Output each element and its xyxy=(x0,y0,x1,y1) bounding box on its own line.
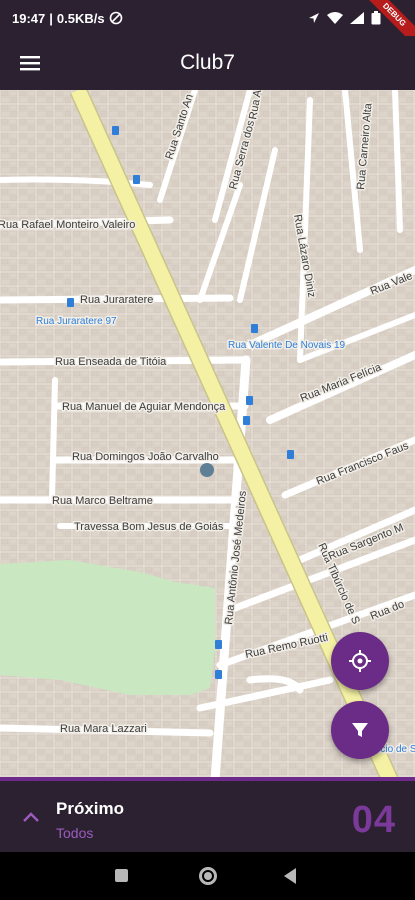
panel-title: Próximo xyxy=(56,799,125,818)
dnd-icon xyxy=(109,11,122,25)
status-left: 19:47 | 0.5KB/s xyxy=(12,11,123,26)
label-manuel-aguiar: Rua Manuel de Aguiar Mendonça xyxy=(62,401,226,413)
label-marco-beltrame: Rua Marco Beltrame xyxy=(52,495,153,507)
home-button[interactable] xyxy=(199,867,217,885)
status-bar: 19:47 | 0.5KB/s DEBUG xyxy=(0,0,415,51)
panel-count: 04 xyxy=(351,799,396,841)
label-rafael-monteiro: Rua Rafael Monteiro Valeiro xyxy=(0,219,135,231)
wifi-icon xyxy=(327,12,343,24)
back-button[interactable] xyxy=(284,868,296,884)
status-separator: | xyxy=(49,10,53,26)
label-bom-jesus-goias: Travessa Bom Jesus de Goiás xyxy=(74,521,224,533)
label-enseada-titoia: Rua Enseada de Titóia xyxy=(55,356,167,368)
filter-button[interactable] xyxy=(331,701,389,759)
status-net-speed: 0.5KB/s xyxy=(56,10,105,26)
chevron-up-icon[interactable] xyxy=(22,811,40,823)
status-time: 19:47 xyxy=(12,10,46,26)
system-nav-bar xyxy=(0,852,415,900)
location-icon xyxy=(309,13,319,23)
user-location-dot xyxy=(200,463,214,477)
crosshair-gps-icon xyxy=(349,650,371,672)
panel-subtitle: Todos xyxy=(56,825,94,841)
status-right xyxy=(308,11,381,25)
signal-icon xyxy=(350,12,364,24)
label-juraratere: Rua Juraratere xyxy=(80,294,153,306)
locate-button[interactable] xyxy=(331,632,389,690)
app-title: Club7 xyxy=(180,51,235,74)
stop-label-valente: Rua Valente De Novais 19 xyxy=(228,340,346,351)
stop-label-juraratere: Rua Juraratere 97 xyxy=(36,316,117,327)
label-mara-lazzari: Rua Mara Lazzari xyxy=(60,723,147,735)
label-domingos-joao: Rua Domingos João Carvalho xyxy=(72,451,219,463)
battery-icon xyxy=(371,11,381,25)
menu-icon[interactable] xyxy=(18,52,42,74)
bottom-panel[interactable]: Próximo Todos 04 xyxy=(0,777,415,852)
app-bar: Club7 xyxy=(0,36,415,90)
recents-button[interactable] xyxy=(115,869,128,882)
filter-icon xyxy=(352,723,368,737)
